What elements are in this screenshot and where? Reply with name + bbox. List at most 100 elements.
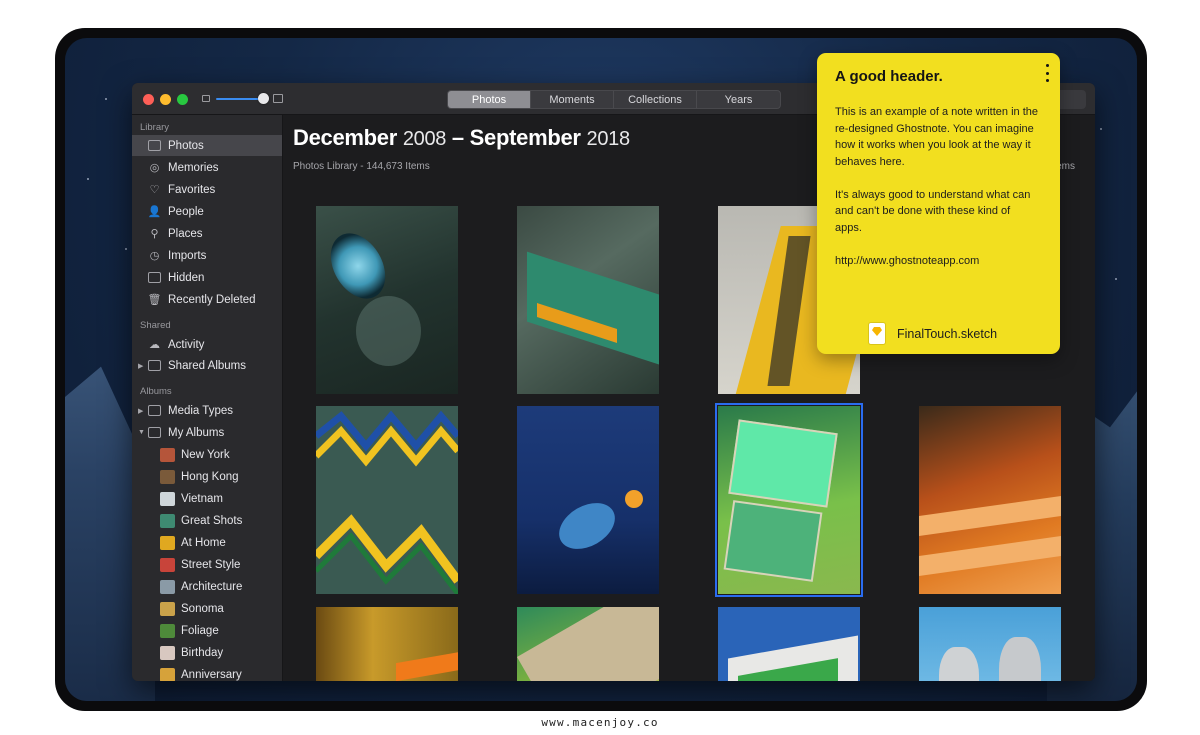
album-anniversary[interactable]: Anniversary: [132, 664, 282, 681]
album-sonoma[interactable]: Sonoma: [132, 598, 282, 619]
sidebar-item-label: Shared Albums: [168, 359, 246, 372]
sidebar-item-label: Places: [168, 227, 203, 240]
album-great-shots[interactable]: Great Shots: [132, 510, 282, 531]
photo-thumbnail[interactable]: [316, 607, 458, 681]
sidebar-item-label: Favorites: [168, 183, 216, 196]
photo-thumbnail[interactable]: [517, 206, 659, 394]
album-hong-kong[interactable]: Hong Kong: [132, 466, 282, 487]
title-year-end: 2018: [586, 128, 631, 150]
note-title[interactable]: A good header.: [835, 68, 943, 85]
watermark: www.macenjoy.co: [541, 716, 659, 729]
photo-pattern: [316, 410, 458, 594]
note-paragraph: This is an example of a note written in …: [835, 106, 1038, 168]
sidebar-item-label: Architecture: [181, 580, 243, 593]
sidebar-item-label: Hidden: [168, 271, 205, 284]
disclosure-right-icon[interactable]: ▶: [138, 362, 143, 370]
sidebar-item-hidden[interactable]: Hidden: [132, 267, 282, 288]
album-thumbnail: [160, 601, 175, 616]
sidebar-item-label: Hong Kong: [181, 470, 239, 483]
close-button[interactable]: [143, 94, 154, 105]
album-architecture[interactable]: Architecture: [132, 576, 282, 597]
tab-years[interactable]: Years: [697, 91, 780, 108]
zoom-in-icon: [273, 94, 283, 103]
zoom-slider-knob[interactable]: [258, 93, 269, 104]
sidebar-item-memories[interactable]: ◎ Memories: [132, 157, 282, 178]
disclosure-right-icon[interactable]: ▶: [138, 407, 143, 415]
sidebar-item-label: Birthday: [181, 646, 224, 659]
folder-icon: [148, 427, 161, 438]
zoom-out-icon: [202, 95, 210, 102]
sidebar-item-label: At Home: [181, 536, 226, 549]
ghostnote-note[interactable]: A good header. This is an example of a n…: [817, 53, 1060, 354]
album-street-style[interactable]: Street Style: [132, 554, 282, 575]
sidebar-item-label: New York: [181, 448, 230, 461]
album-thumbnail: [160, 535, 175, 550]
sidebar-section-albums: Albums: [140, 386, 172, 397]
album-thumbnail: [160, 623, 175, 638]
memories-icon: ◎: [149, 162, 160, 174]
photos-icon: [148, 140, 161, 151]
title-year-start: 2008: [402, 128, 447, 150]
cloud-icon: ☁: [149, 339, 160, 351]
photo-thumbnail-selected[interactable]: [715, 403, 863, 597]
sidebar-item-label: Photos: [168, 139, 204, 152]
sidebar-item-favorites[interactable]: ♡ Favorites: [132, 179, 282, 200]
photo-thumbnail[interactable]: [316, 206, 458, 394]
fullscreen-button[interactable]: [177, 94, 188, 105]
note-body[interactable]: This is an example of a note written in …: [835, 104, 1040, 286]
attachment-filename: FinalTouch.sketch: [897, 326, 998, 341]
sidebar-item-people[interactable]: 👤 People: [132, 201, 282, 222]
sidebar-section-library: Library: [140, 122, 170, 133]
sidebar-item-shared-albums[interactable]: ▶ Shared Albums: [132, 355, 282, 376]
sidebar-item-label: Vietnam: [181, 492, 223, 505]
sidebar-item-my-albums[interactable]: ▼ My Albums: [132, 422, 282, 443]
sidebar-item-places[interactable]: ⚲ Places: [132, 223, 282, 244]
album-at-home[interactable]: At Home: [132, 532, 282, 553]
album-new-york[interactable]: New York: [132, 444, 282, 465]
title-month-start: December: [293, 125, 397, 150]
tab-photos[interactable]: Photos: [448, 91, 531, 108]
tab-collections[interactable]: Collections: [614, 91, 697, 108]
album-thumbnail: [160, 667, 175, 681]
album-thumbnail: [160, 469, 175, 484]
pin-icon: ⚲: [150, 228, 159, 240]
photo-thumbnail[interactable]: [919, 406, 1061, 594]
sidebar-item-recently-deleted[interactable]: 🗑 Recently Deleted: [132, 289, 282, 310]
sidebar-item-label: Sonoma: [181, 602, 224, 615]
title-month-end: September: [469, 125, 581, 150]
sidebar: Library Photos ◎ Memories ♡ Favorites 👤 …: [132, 115, 283, 681]
sidebar-item-label: Activity: [168, 338, 205, 351]
tab-moments[interactable]: Moments: [531, 91, 614, 108]
note-link[interactable]: http://www.ghostnoteapp.com: [835, 253, 1040, 270]
sidebar-item-label: Street Style: [181, 558, 241, 571]
photo-thumbnail[interactable]: [316, 406, 458, 594]
photo-thumbnail[interactable]: [718, 607, 860, 681]
heart-icon: ♡: [149, 184, 160, 196]
album-thumbnail: [160, 645, 175, 660]
view-tabs: Photos Moments Collections Years: [447, 90, 781, 109]
sidebar-item-label: People: [168, 205, 204, 218]
album-thumbnail: [160, 557, 175, 572]
zoom-slider-track[interactable]: [216, 98, 264, 100]
disclosure-down-icon[interactable]: ▼: [138, 429, 145, 436]
note-paragraph: It's always good to understand what can …: [835, 188, 1031, 234]
album-folder-icon: [148, 360, 161, 371]
sidebar-item-label: Imports: [168, 249, 207, 262]
photo-thumbnail[interactable]: [919, 607, 1061, 681]
sidebar-item-label: Recently Deleted: [168, 293, 256, 306]
sidebar-item-label: Anniversary: [181, 668, 242, 681]
sidebar-section-shared: Shared: [140, 320, 171, 331]
photo-thumbnail[interactable]: [517, 607, 659, 681]
album-vietnam[interactable]: Vietnam: [132, 488, 282, 509]
sidebar-item-imports[interactable]: ◷ Imports: [132, 245, 282, 266]
sidebar-item-photos[interactable]: Photos: [132, 135, 282, 156]
sidebar-item-activity[interactable]: ☁ Activity: [132, 334, 282, 355]
more-options-icon[interactable]: [1044, 64, 1050, 82]
album-birthday[interactable]: Birthday: [132, 642, 282, 663]
sidebar-item-media-types[interactable]: ▶ Media Types: [132, 400, 282, 421]
note-attachment[interactable]: FinalTouch.sketch: [869, 323, 997, 344]
photo-thumbnail[interactable]: [517, 406, 659, 594]
sketch-file-icon: [869, 323, 885, 344]
album-foliage[interactable]: Foliage: [132, 620, 282, 641]
minimize-button[interactable]: [160, 94, 171, 105]
